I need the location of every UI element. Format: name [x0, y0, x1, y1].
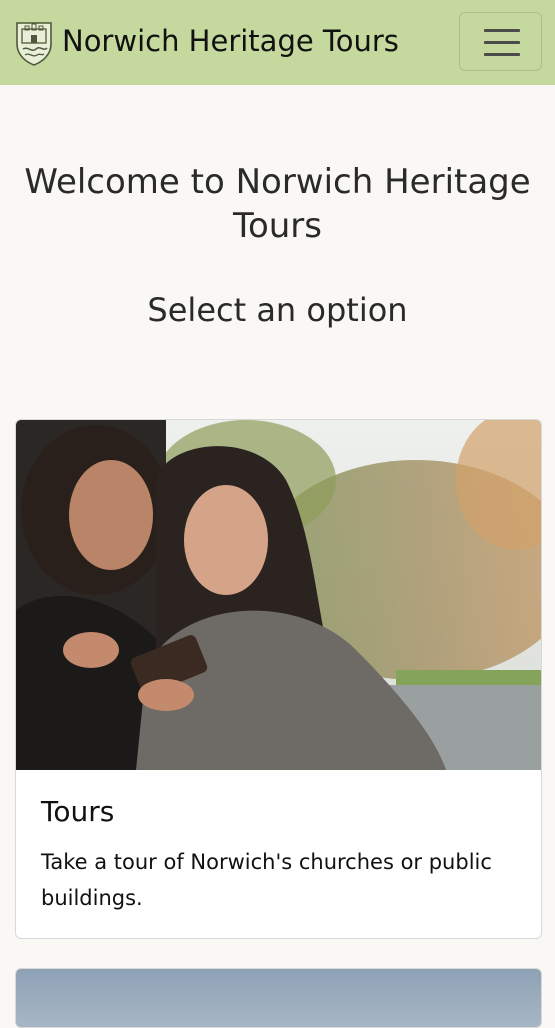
tours-card[interactable]: Tours Take a tour of Norwich's churches … — [15, 419, 542, 939]
next-card[interactable] — [15, 968, 542, 1028]
coat-of-arms-icon[interactable] — [14, 20, 54, 66]
hamburger-icon-bar — [484, 53, 520, 56]
hamburger-icon-bar — [484, 41, 520, 44]
card-title[interactable]: Tours — [41, 794, 114, 830]
tours-card-image — [16, 420, 541, 770]
page-subtitle: Select an option — [147, 291, 408, 329]
hamburger-icon — [484, 29, 520, 32]
card-text: Take a tour of Norwich's churches or pub… — [41, 850, 492, 910]
page-title: Welcome to Norwich Heritage Tours — [24, 162, 531, 246]
menu-toggle-button[interactable] — [459, 12, 542, 71]
navbar: Norwich Heritage Tours — [0, 0, 555, 85]
brand-title[interactable]: Norwich Heritage Tours — [62, 22, 399, 60]
